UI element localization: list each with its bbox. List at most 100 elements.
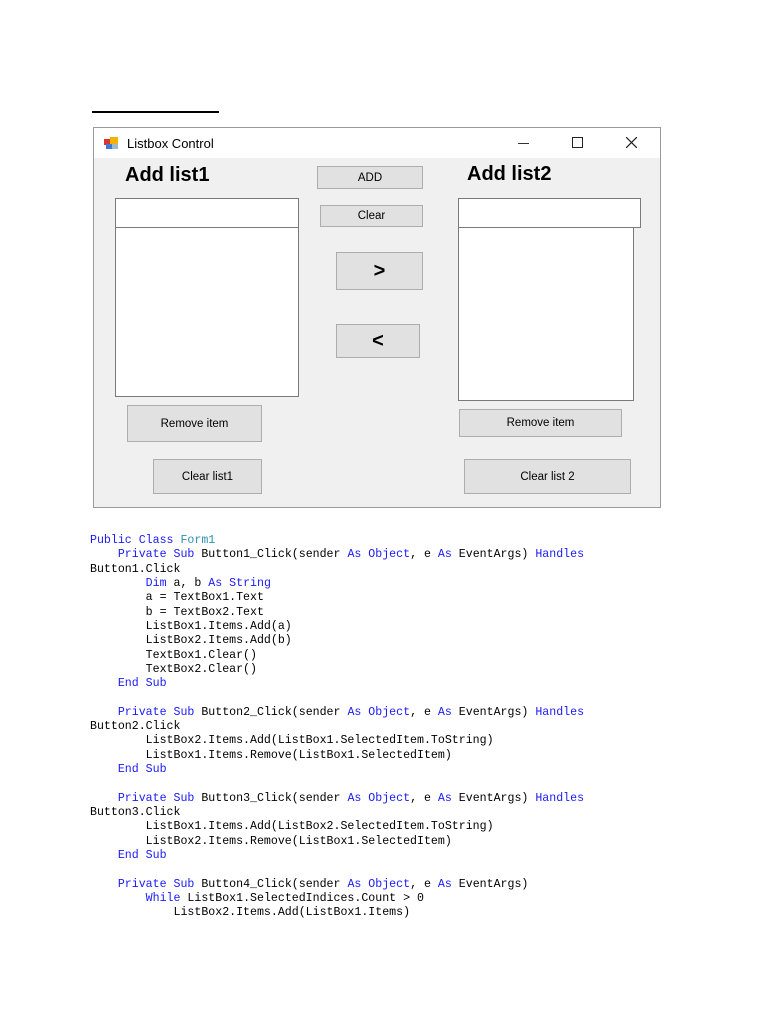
code-line: Button3.Click (90, 806, 584, 820)
code-text: EventArgs) (451, 548, 536, 562)
code-text: ListBox1.Items.Remove(ListBox1.SelectedI… (90, 748, 452, 762)
code-text: EventArgs) (451, 877, 529, 891)
code-line: b = TextBox2.Text (90, 606, 584, 620)
add-button[interactable]: ADD (317, 166, 423, 189)
code-line: Button1.Click (90, 563, 584, 577)
code-line: TextBox1.Clear() (90, 649, 584, 663)
code-line: ListBox2.Items.Add(ListBox1.Items) (90, 906, 584, 920)
code-text: TextBox1.Clear() (90, 648, 257, 662)
code-line: Private Sub Button2_Click(sender As Obje… (90, 706, 584, 720)
code-line: ListBox2.Items.Remove(ListBox1.SelectedI… (90, 835, 584, 849)
code-line: ListBox1.Items.Remove(ListBox1.SelectedI… (90, 749, 584, 763)
code-text: ListBox1.Items.Add(a) (90, 619, 292, 633)
clear-button[interactable]: Clear (320, 205, 423, 227)
maximize-icon[interactable] (572, 137, 583, 148)
listbox-control-window: Listbox Control Add list1 Add list2 ADD … (93, 127, 661, 508)
code-line: ListBox1.Items.Add(a) (90, 620, 584, 634)
add-list2-label: Add list2 (467, 163, 552, 185)
code-text: Button2.Click (90, 720, 181, 734)
code-keyword: Public Class (90, 534, 181, 547)
code-text: , e (410, 548, 438, 562)
code-line: Private Sub Button1_Click(sender As Obje… (90, 548, 584, 562)
code-line: Private Sub Button3_Click(sender As Obje… (90, 792, 584, 806)
code-line: Private Sub Button4_Click(sender As Obje… (90, 878, 584, 892)
code-keyword: End Sub (90, 848, 167, 862)
code-keyword: As (437, 877, 452, 891)
code-keyword: As Object (347, 791, 411, 805)
move-left-button[interactable]: < (336, 324, 420, 358)
move-right-button[interactable]: > (336, 252, 423, 290)
code-text: Button3_Click(sender (201, 791, 348, 805)
code-line: While ListBox1.SelectedIndices.Count > 0 (90, 892, 584, 906)
code-keyword: End Sub (90, 763, 167, 776)
code-keyword: Private Sub (90, 877, 202, 891)
code-keyword: End Sub (90, 677, 167, 691)
remove-item2-button[interactable]: Remove item (459, 409, 622, 437)
code-text: Button1.Click (90, 562, 181, 576)
code-line: ListBox2.Items.Add(ListBox1.SelectedItem… (90, 734, 584, 748)
code-text: Button1_Click(sender (201, 548, 348, 562)
code-text: ListBox2.Items.Remove(ListBox1.SelectedI… (90, 834, 452, 848)
code-keyword: Private Sub (90, 791, 202, 805)
code-text: EventArgs) (451, 705, 536, 719)
clear-list2-button[interactable]: Clear list 2 (464, 459, 631, 494)
window-title: Listbox Control (127, 136, 214, 151)
code-line: End Sub (90, 763, 584, 777)
heading-underline (92, 111, 219, 113)
listbox2[interactable] (458, 227, 634, 401)
code-keyword: As (437, 548, 452, 562)
code-keyword: As Object (347, 548, 411, 562)
code-text: a = TextBox1.Text (90, 591, 264, 605)
add-list1-label: Add list1 (125, 164, 210, 186)
code-line: Dim a, b As String (90, 577, 584, 591)
title-bar: Listbox Control (94, 128, 660, 158)
code-line: Button2.Click (90, 720, 584, 734)
code-line: End Sub (90, 849, 584, 863)
code-keyword: Private Sub (90, 705, 202, 719)
app-icon (104, 137, 118, 149)
code-text: , e (410, 791, 438, 805)
code-text: ListBox2.Items.Add(b) (90, 634, 292, 648)
close-icon[interactable] (626, 137, 637, 148)
listbox1[interactable] (115, 227, 299, 397)
code-keyword: As String (208, 576, 271, 590)
code-text: , e (410, 705, 438, 719)
minimize-icon[interactable] (518, 143, 529, 144)
code-text: b = TextBox2.Text (90, 605, 264, 619)
code-text: ListBox2.Items.Add(ListBox1.SelectedItem… (90, 734, 494, 748)
code-line: ListBox1.Items.Add(ListBox2.SelectedItem… (90, 820, 584, 834)
code-text: Button2_Click(sender (201, 705, 348, 719)
code-keyword: As (437, 791, 452, 805)
code-text: ListBox2.Items.Add(ListBox1.Items) (90, 906, 411, 920)
code-line: End Sub (90, 677, 584, 691)
remove-item1-button[interactable]: Remove item (127, 405, 262, 442)
code-keyword: As (437, 705, 452, 719)
code-keyword: Dim (90, 576, 167, 590)
code-text: a, b (166, 576, 209, 590)
textbox2[interactable] (458, 198, 641, 228)
code-keyword: Handles (535, 705, 585, 719)
textbox1[interactable] (115, 198, 299, 228)
code-keyword: As Object (347, 705, 411, 719)
code-keyword: Handles (535, 791, 585, 805)
code-line: Public Class Form1 (90, 534, 584, 548)
code-listing: Public Class Form1 Private Sub Button1_C… (90, 534, 584, 920)
code-line: TextBox2.Clear() (90, 663, 584, 677)
code-text: EventArgs) (451, 791, 536, 805)
code-text: Button4_Click(sender (201, 877, 348, 891)
code-text: TextBox2.Clear() (90, 662, 257, 676)
code-text: , e (410, 877, 438, 891)
clear-list1-button[interactable]: Clear list1 (153, 459, 262, 494)
code-line: ListBox2.Items.Add(b) (90, 634, 584, 648)
code-line: a = TextBox1.Text (90, 591, 584, 605)
code-keyword: As Object (347, 877, 411, 891)
code-keyword: Handles (535, 548, 585, 562)
code-text: Button3.Click (90, 805, 181, 819)
code-text: ListBox1.Items.Add(ListBox2.SelectedItem… (90, 820, 494, 834)
code-type: Form1 (180, 534, 216, 547)
code-text: ListBox1.SelectedIndices.Count > 0 (180, 891, 424, 905)
code-keyword: While (90, 891, 181, 905)
